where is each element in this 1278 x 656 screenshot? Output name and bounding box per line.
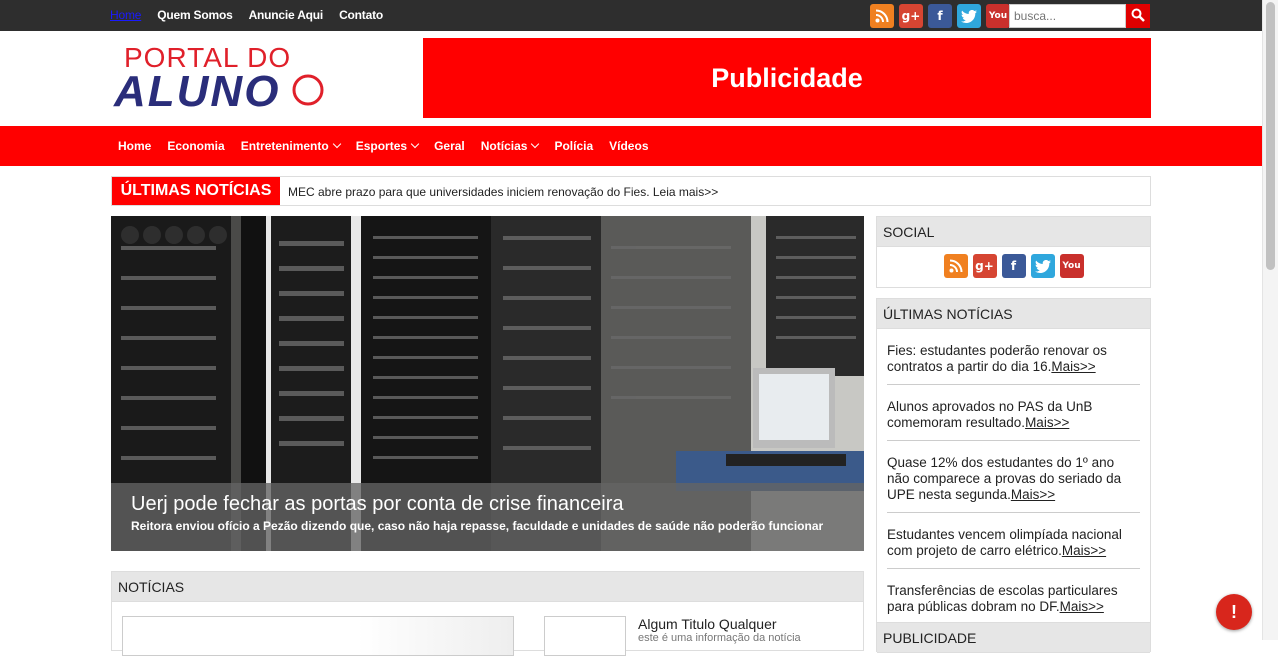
social-heading: SOCIAL [877, 217, 1150, 247]
twitter-icon[interactable] [1030, 254, 1055, 278]
news-item-description: este é uma informação da notícia [638, 632, 801, 644]
more-link[interactable]: Mais>> [1011, 487, 1055, 502]
advertisement-heading: PUBLICIDADE [877, 623, 1150, 653]
more-link[interactable]: Mais>> [1051, 359, 1095, 374]
nav-item-geral[interactable]: Geral [434, 139, 465, 153]
latest-news-list: Fies: estudantes poderão renovar os cont… [877, 329, 1150, 625]
sidebar-social: SOCIAL g+ f You [876, 216, 1151, 288]
top-nav-quem-somos[interactable]: Quem Somos [157, 8, 233, 22]
top-advertisement[interactable]: Publicidade [423, 38, 1151, 118]
search-icon [1131, 8, 1145, 25]
news-thumbnail[interactable] [122, 616, 514, 656]
page-scrollbar[interactable] [1262, 0, 1278, 640]
nav-item-noticias[interactable]: Notícias [481, 139, 540, 153]
latest-news-heading: ÚLTIMAS NOTÍCIAS [877, 299, 1150, 329]
news-section-heading: NOTÍCIAS [112, 572, 863, 602]
alert-button[interactable]: ! [1216, 594, 1252, 630]
slider-dot[interactable] [165, 226, 183, 244]
top-social-icons: g+ f You [870, 4, 1010, 28]
google-plus-icon[interactable]: g+ [972, 254, 997, 278]
latest-news-item: Alunos aprovados no PAS da UnB comemoram… [887, 385, 1140, 441]
featured-slider[interactable]: Uerj pode fechar as portas por conta de … [111, 216, 864, 551]
chevron-down-icon [410, 139, 420, 149]
nav-item-videos[interactable]: Vídeos [609, 139, 648, 153]
slider-dot[interactable] [121, 226, 139, 244]
ticker-link[interactable]: MEC abre prazo para que universidades in… [288, 185, 718, 199]
site-logo[interactable]: PORTAL DO ALUNO [112, 40, 342, 116]
ticker-label: ÚLTIMAS NOTÍCIAS [112, 177, 280, 205]
slider-dot[interactable] [187, 226, 205, 244]
more-link[interactable]: Mais>> [1062, 543, 1106, 558]
more-link[interactable]: Mais>> [1060, 599, 1104, 614]
latest-news-item: Fies: estudantes poderão renovar os cont… [887, 329, 1140, 385]
exclamation-icon: ! [1231, 601, 1237, 622]
scrollbar-thumb[interactable] [1266, 2, 1275, 270]
nav-item-entretenimento[interactable]: Entretenimento [241, 139, 341, 153]
sidebar-advertisement: PUBLICIDADE [876, 622, 1151, 653]
news-section: NOTÍCIAS Algum Titulo Qualquer este é um… [111, 571, 864, 656]
google-plus-icon[interactable]: g+ [899, 4, 923, 28]
sidebar-latest-news: ÚLTIMAS NOTÍCIAS Fies: estudantes poderã… [876, 298, 1151, 628]
latest-news-item: Transferências de escolas particulares p… [887, 569, 1140, 625]
top-nav-home[interactable]: Home [110, 8, 141, 22]
news-ticker: ÚLTIMAS NOTÍCIAS MEC abre prazo para que… [111, 176, 1151, 206]
top-nav-contato[interactable]: Contato [339, 8, 383, 22]
slider-dot[interactable] [143, 226, 161, 244]
chevron-down-icon [332, 139, 341, 149]
slider-dot[interactable] [209, 226, 227, 244]
top-bar: Home Quem Somos Anuncie Aqui Contato g+ … [0, 0, 1262, 31]
sidebar-social-icons: g+ f You [877, 247, 1150, 278]
youtube-icon[interactable]: You [986, 4, 1010, 28]
top-nav-anuncie-aqui[interactable]: Anuncie Aqui [249, 8, 324, 22]
nav-item-economia[interactable]: Economia [167, 139, 224, 153]
search-button[interactable] [1126, 4, 1150, 28]
more-link[interactable]: Mais>> [1025, 415, 1069, 430]
slider-subtitle: Reitora enviou ofício a Pezão dizendo qu… [131, 519, 824, 533]
nav-item-esportes[interactable]: Esportes [356, 139, 420, 153]
news-thumbnail[interactable] [544, 616, 626, 656]
latest-news-item: Quase 12% dos estudantes do 1º ano não c… [887, 441, 1140, 513]
nav-item-home[interactable]: Home [118, 139, 151, 153]
facebook-icon[interactable]: f [928, 4, 952, 28]
top-nav: Home Quem Somos Anuncie Aqui Contato [110, 8, 399, 22]
nav-item-policia[interactable]: Polícia [554, 139, 593, 153]
rss-icon[interactable] [870, 4, 894, 28]
slider-title[interactable]: Uerj pode fechar as portas por conta de … [131, 493, 624, 516]
news-item-title[interactable]: Algum Titulo Qualquer [638, 616, 777, 632]
advertisement-label: Publicidade [711, 62, 863, 93]
main-nav: Home Economia Entretenimento Esportes Ge… [0, 126, 1262, 166]
latest-news-item: Estudantes vencem olimpíada nacional com… [887, 513, 1140, 569]
chevron-down-icon [531, 139, 540, 149]
rss-icon[interactable] [943, 254, 968, 278]
youtube-icon[interactable]: You [1059, 254, 1084, 278]
logo-line2: ALUNO [113, 67, 280, 112]
slider-pagination [121, 226, 227, 244]
facebook-icon[interactable]: f [1001, 254, 1026, 278]
search-input[interactable] [1009, 4, 1126, 28]
twitter-icon[interactable] [957, 4, 981, 28]
slider-caption[interactable]: Uerj pode fechar as portas por conta de … [111, 483, 864, 551]
